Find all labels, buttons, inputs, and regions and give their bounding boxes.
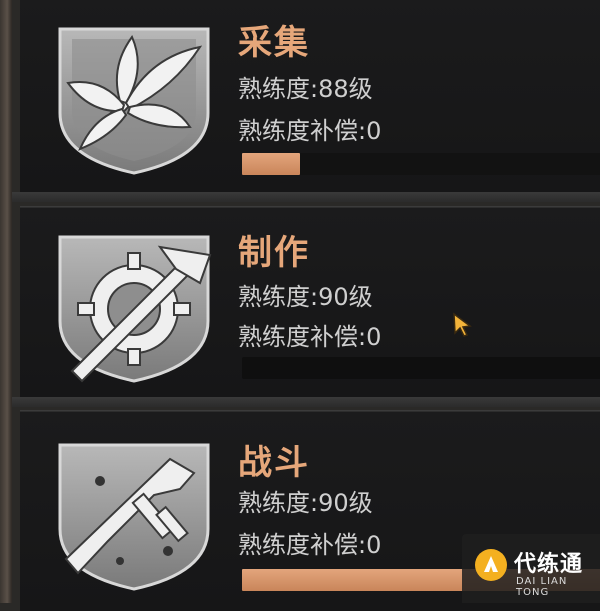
watermark-logo: 代练通 DAI LIAN TONG bbox=[462, 534, 600, 603]
proficiency-compensation: 熟练度补偿:0 bbox=[238, 323, 382, 351]
divider bbox=[12, 192, 600, 202]
skill-title: 制作 bbox=[238, 233, 310, 273]
logo-icon bbox=[475, 549, 507, 581]
leaf-bundle-icon bbox=[58, 27, 210, 175]
skill-title: 采集 bbox=[238, 23, 310, 63]
gear-hammer-icon bbox=[58, 235, 212, 383]
progress-bar bbox=[242, 153, 600, 175]
logo-text-cn: 代练通 bbox=[514, 552, 584, 577]
proficiency-level: 熟练度:90级 bbox=[238, 489, 373, 517]
progress-fill bbox=[242, 153, 300, 175]
proficiency-level: 熟练度:90级 bbox=[238, 283, 373, 311]
proficiency-level: 熟练度:88级 bbox=[238, 75, 373, 103]
skill-card-gathering[interactable]: 采集 熟练度:88级 熟练度补偿:0 bbox=[20, 0, 600, 193]
smg-icon bbox=[58, 443, 210, 591]
proficiency-compensation: 熟练度补偿:0 bbox=[238, 117, 382, 145]
mouse-cursor-icon bbox=[453, 312, 472, 337]
left-frame-rail bbox=[0, 0, 12, 603]
progress-bar bbox=[242, 357, 600, 379]
logo-text-en: DAI LIAN TONG bbox=[516, 576, 568, 598]
divider bbox=[12, 397, 600, 407]
skill-title: 战斗 bbox=[238, 443, 310, 483]
skill-card-crafting[interactable]: 制作 熟练度:90级 熟练度补偿:0 bbox=[20, 206, 600, 397]
proficiency-compensation: 熟练度补偿:0 bbox=[238, 531, 382, 559]
